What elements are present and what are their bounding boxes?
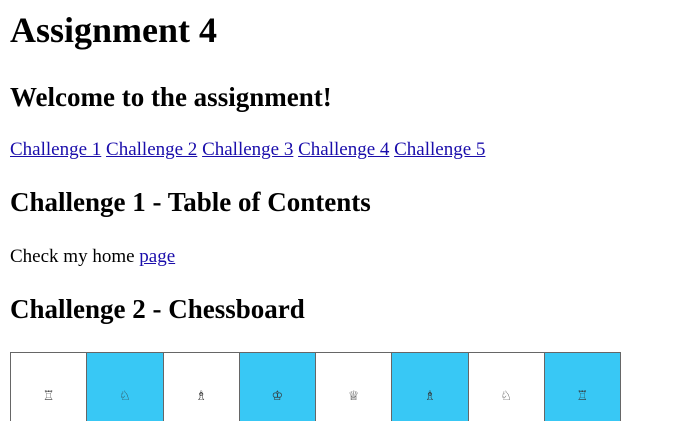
knight-icon: ♘ <box>500 389 512 404</box>
bishop-icon: ♗ <box>424 389 436 404</box>
welcome-heading: Welcome to the assignment! <box>10 82 332 112</box>
rook-icon: ♖ <box>576 389 589 404</box>
rook-icon: ♖ <box>42 389 55 404</box>
nav-link-challenge-1[interactable]: Challenge 1 <box>10 139 101 160</box>
chess-square: ♘ <box>468 353 545 421</box>
king-icon: ♔ <box>271 389 284 404</box>
chess-square: ♘ <box>87 353 164 421</box>
challenge-2-heading: Challenge 2 - Chessboard <box>10 294 305 324</box>
home-page-text: Check my home <box>10 246 135 267</box>
chess-square: ♗ <box>392 353 469 421</box>
home-page-link[interactable]: page <box>139 246 175 267</box>
home-page-line: Check my home page <box>10 245 175 269</box>
chess-square: ♖ <box>544 353 621 421</box>
nav-link-challenge-3[interactable]: Challenge 3 <box>202 139 293 160</box>
chess-square: ♕ <box>316 353 393 421</box>
chess-square: ♗ <box>163 353 240 421</box>
knight-icon: ♘ <box>119 389 131 404</box>
challenge-1-heading: Challenge 1 - Table of Contents <box>10 187 371 217</box>
bishop-icon: ♗ <box>195 389 207 404</box>
nav-link-challenge-2[interactable]: Challenge 2 <box>106 139 197 160</box>
challenge-nav: Challenge 1 Challenge 2 Challenge 3 Chal… <box>10 138 485 162</box>
nav-link-challenge-4[interactable]: Challenge 4 <box>298 139 389 160</box>
chess-square: ♖ <box>11 353 88 421</box>
page-title: Assignment 4 <box>10 10 218 50</box>
queen-icon: ♕ <box>347 389 360 404</box>
chessboard: ♖ ♘ ♗ ♔ ♕ ♗ ♘ ♖ <box>10 352 621 421</box>
nav-link-challenge-5[interactable]: Challenge 5 <box>394 139 485 160</box>
chess-square: ♔ <box>239 353 316 421</box>
